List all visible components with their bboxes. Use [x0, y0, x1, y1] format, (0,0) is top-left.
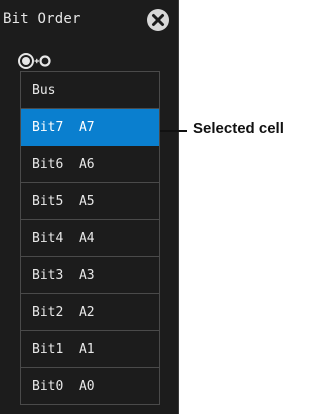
jog-knob-indicator — [18, 52, 78, 70]
close-button[interactable] — [147, 9, 169, 31]
list-item-bus[interactable]: Bus — [21, 72, 159, 109]
list-item-bit6[interactable]: Bit6 A6 — [21, 146, 159, 183]
dialog-title: Bit Order — [3, 11, 81, 27]
list-item-bit2[interactable]: Bit2 A2 — [21, 294, 159, 331]
jog-knob-icon — [18, 53, 51, 69]
callout-line — [160, 130, 187, 132]
close-icon — [152, 14, 164, 26]
bit-order-list: Bus Bit7 A7 Bit6 A6 Bit5 A5 Bit4 A4 Bit3… — [20, 71, 160, 405]
list-item-bit7[interactable]: Bit7 A7 — [21, 109, 159, 146]
list-item-bit4[interactable]: Bit4 A4 — [21, 220, 159, 257]
dialog-titlebar: Bit Order — [0, 0, 178, 38]
list-item-bit3[interactable]: Bit3 A3 — [21, 257, 159, 294]
callout-label: Selected cell — [193, 120, 284, 137]
list-item-bit1[interactable]: Bit1 A1 — [21, 331, 159, 368]
list-item-bit0[interactable]: Bit0 A0 — [21, 368, 159, 405]
list-item-bit5[interactable]: Bit5 A5 — [21, 183, 159, 220]
bit-order-dialog: Bit Order Bus Bit7 A7 Bit6 A6 Bit5 A5 Bi… — [0, 0, 179, 414]
